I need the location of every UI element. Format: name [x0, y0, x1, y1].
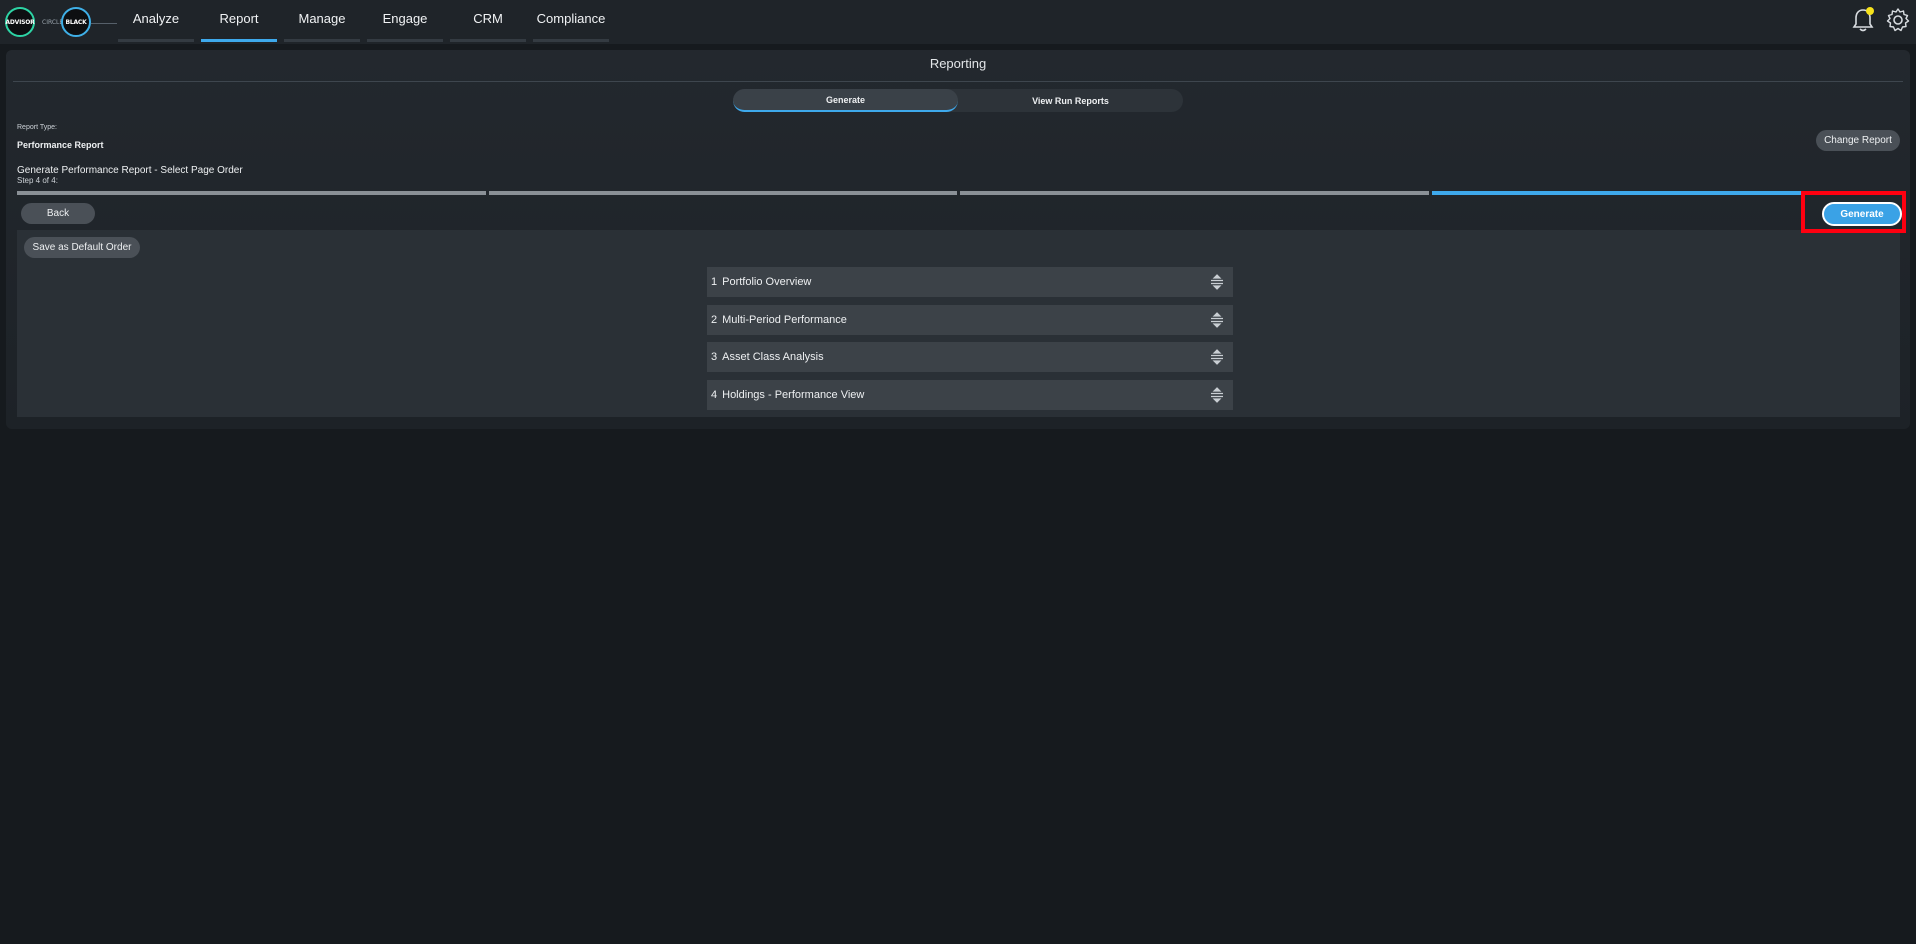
report-mode-toggle: Generate View Run Reports: [733, 89, 1183, 112]
page-order-number: 2: [711, 313, 718, 326]
black-logo-circle: BLACK: [61, 7, 91, 37]
progress-step-1: [17, 191, 486, 195]
page-order-name: Multi-Period Performance: [722, 313, 847, 326]
advisor-logo-circle: ADVISOR: [5, 7, 35, 37]
drag-handle-icon[interactable]: [1209, 386, 1225, 403]
bell-icon[interactable]: [1849, 6, 1877, 34]
nav-item-crm[interactable]: CRM: [450, 0, 526, 44]
page-order-number: 3: [711, 351, 718, 363]
drag-handle-icon[interactable]: [1209, 274, 1225, 290]
top-navigation-bar: ADVISOR CIRCLE BLACK Analyze Report Mana…: [0, 0, 1916, 44]
back-button[interactable]: Back: [21, 203, 95, 224]
page-order-name: Portfolio Overview: [722, 276, 812, 288]
tab-generate[interactable]: Generate: [733, 89, 958, 112]
report-type-value: Performance Report: [17, 140, 104, 150]
drag-handle-icon[interactable]: [1209, 349, 1225, 365]
nav-item-engage[interactable]: Engage: [367, 0, 443, 44]
main-nav: Analyze Report Manage Engage CRM Complia…: [118, 0, 616, 44]
page-order-name: Asset Class Analysis: [722, 351, 824, 363]
page-order-item[interactable]: 2 Multi-Period Performance: [707, 304, 1233, 335]
logo-mid-text: CIRCLE: [42, 19, 64, 26]
page-order-item[interactable]: 1 Portfolio Overview: [707, 267, 1233, 297]
page-order-area: Save as Default Order 1 Portfolio Overvi…: [17, 230, 1900, 417]
notification-dot: [1866, 7, 1874, 15]
step-title: Generate Performance Report - Select Pag…: [17, 165, 243, 176]
brand-logo[interactable]: ADVISOR CIRCLE BLACK: [5, 6, 117, 38]
reporting-panel: Reporting Generate View Run Reports Repo…: [6, 50, 1910, 429]
drag-handle-icon[interactable]: [1209, 311, 1225, 328]
page-title: Reporting: [929, 56, 987, 71]
page-order-item[interactable]: 4 Holdings - Performance View: [707, 379, 1233, 410]
page-order-number: 4: [711, 388, 718, 401]
title-divider: [13, 81, 1903, 82]
progress-step-3: [960, 191, 1429, 195]
progress-step-2: [488, 191, 957, 195]
logo-underline: [91, 23, 117, 24]
nav-item-manage[interactable]: Manage: [284, 0, 360, 44]
nav-item-report[interactable]: Report: [201, 0, 277, 44]
tab-view-run-reports[interactable]: View Run Reports: [958, 89, 1183, 112]
change-report-button[interactable]: Change Report: [1816, 130, 1900, 151]
nav-item-compliance[interactable]: Compliance: [533, 0, 609, 44]
gear-icon[interactable]: [1884, 6, 1912, 34]
save-default-order-button[interactable]: Save as Default Order: [24, 237, 140, 258]
nav-item-analyze[interactable]: Analyze: [118, 0, 194, 44]
page-order-item[interactable]: 3 Asset Class Analysis: [707, 342, 1233, 372]
generate-button[interactable]: Generate: [1822, 202, 1902, 226]
step-progress-bar: [17, 191, 1900, 195]
page-order-number: 1: [711, 276, 718, 288]
page-order-name: Holdings - Performance View: [722, 388, 865, 401]
page-order-list: 1 Portfolio Overview 2 Multi-Period Perf…: [707, 267, 1233, 417]
step-count: Step 4 of 4:: [17, 176, 58, 185]
report-type-label: Report Type:: [17, 124, 57, 131]
